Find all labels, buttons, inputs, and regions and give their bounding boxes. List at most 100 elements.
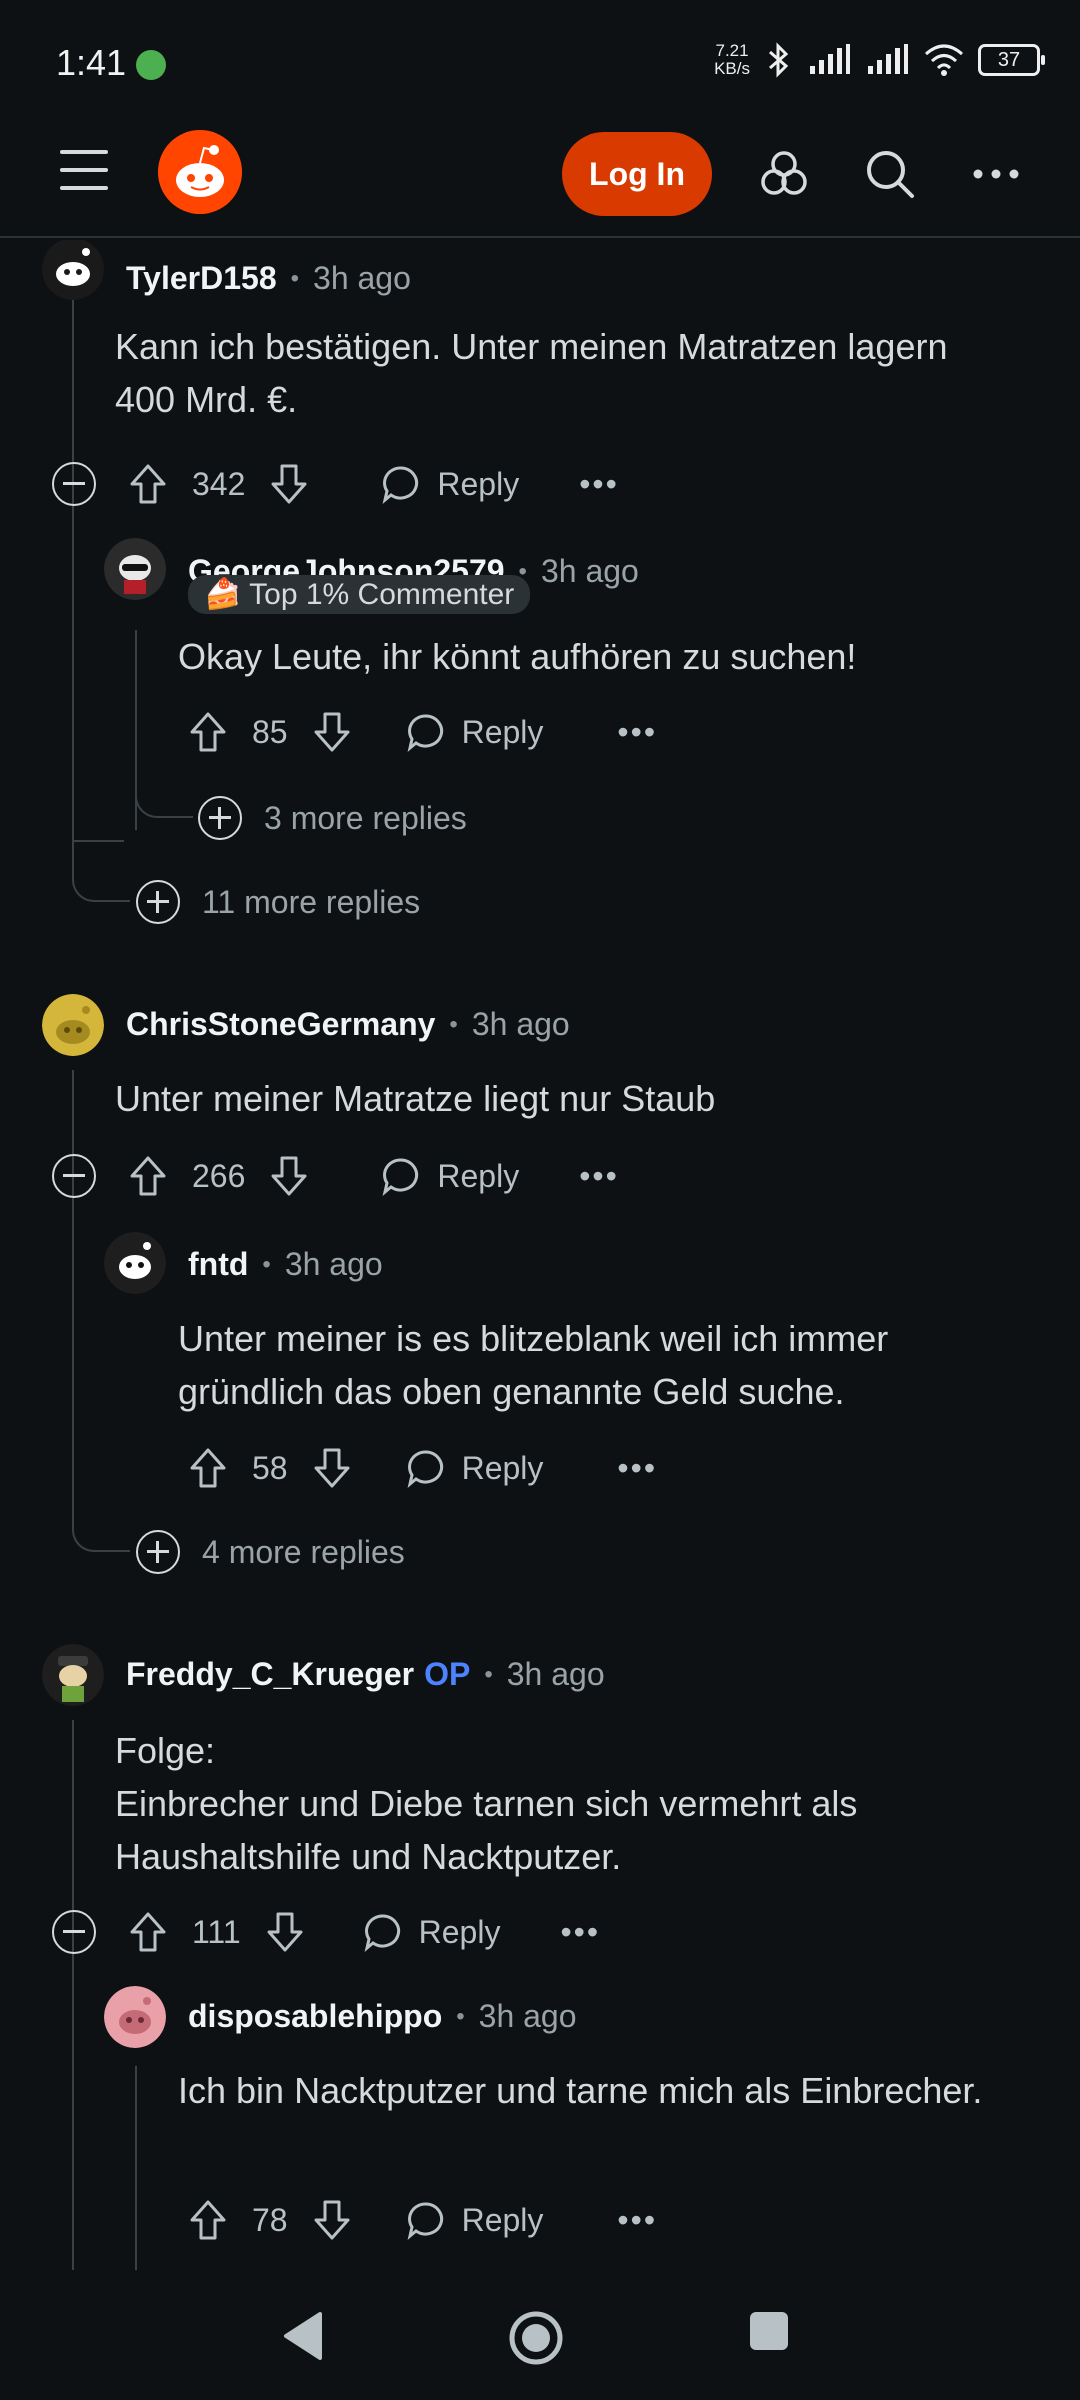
comment-actions: 266 Reply •••: [52, 1154, 619, 1198]
downvote-icon[interactable]: [310, 1446, 354, 1490]
wifi-icon: [925, 44, 963, 76]
thread-hook: [72, 1410, 130, 1552]
comment-bubble-icon: [382, 1158, 419, 1196]
reply-button[interactable]: Reply: [363, 1912, 500, 1952]
vote-score: 342: [192, 465, 246, 502]
comment-body: Unter meiner is es blitzeblank weil ich …: [178, 1318, 889, 1412]
upvote-icon[interactable]: [126, 1910, 170, 1954]
recents-icon[interactable]: [748, 2310, 790, 2352]
back-icon[interactable]: [280, 2310, 324, 2362]
login-button[interactable]: Log In: [562, 132, 712, 216]
comment-time: 3h ago: [540, 553, 639, 589]
comment-time: 3h ago: [471, 1006, 570, 1042]
home-icon[interactable]: [508, 2310, 564, 2366]
comment-author[interactable]: Freddy_C_Krueger: [126, 1656, 414, 1693]
comment-bubble-icon: [364, 1914, 400, 1952]
downvote-icon[interactable]: [267, 1154, 311, 1198]
more-actions-icon[interactable]: •••: [617, 2202, 657, 2239]
comment-actions: 85 Reply •••: [186, 710, 657, 754]
op-badge: OP: [424, 1656, 471, 1692]
more-actions-icon[interactable]: •••: [617, 1450, 657, 1487]
collapse-button[interactable]: [52, 462, 96, 506]
upvote-icon[interactable]: [186, 710, 230, 754]
downvote-icon[interactable]: [263, 1910, 307, 1954]
thread-line: [72, 1070, 74, 1410]
reply-button[interactable]: Reply: [381, 464, 519, 504]
comment-actions: 58 Reply •••: [186, 1446, 657, 1490]
vote-score: 58: [252, 1449, 288, 1486]
comment-meta: fntd • 3h ago: [188, 1246, 383, 1283]
comment-body: Unter meiner Matratze liegt nur Staub: [115, 1078, 716, 1119]
user-flair: 🍰 Top 1% Commenter: [188, 575, 531, 614]
comment-author[interactable]: fntd: [188, 1246, 248, 1283]
more-replies-button[interactable]: 11 more replies: [136, 880, 420, 924]
downvote-icon[interactable]: [310, 710, 354, 754]
battery-icon: 37: [978, 44, 1045, 76]
comment-body: Okay Leute, ihr könnt aufhören zu suchen…: [178, 636, 857, 677]
thread-line: [72, 1720, 74, 2270]
more-actions-icon[interactable]: •••: [579, 1158, 619, 1195]
downvote-icon[interactable]: [267, 462, 311, 506]
menu-icon[interactable]: [60, 150, 108, 190]
comment-actions: 78 Reply •••: [186, 2198, 657, 2242]
avatar[interactable]: [42, 240, 104, 300]
signal-icon-2: [868, 44, 908, 74]
comment-meta: Freddy_C_Krueger OP • 3h ago: [126, 1656, 605, 1693]
net-speed: 7.21 KB/s: [714, 41, 750, 78]
comment-author[interactable]: disposablehippo: [188, 1998, 442, 2035]
upvote-icon[interactable]: [126, 462, 170, 506]
comment-author[interactable]: ChrisStoneGermany: [126, 1006, 435, 1043]
comment-time: 3h ago: [284, 1246, 383, 1282]
reply-button[interactable]: Reply: [406, 712, 543, 752]
avatar[interactable]: [42, 994, 104, 1056]
comment-time: 3h ago: [506, 1656, 605, 1692]
search-icon[interactable]: [862, 146, 918, 202]
status-bar: 1:41 7.21 KB/s 37: [0, 0, 1080, 120]
comment-author[interactable]: TylerD158: [126, 260, 277, 297]
reply-button[interactable]: Reply: [406, 2200, 543, 2240]
vote-score: 111: [192, 1913, 241, 1950]
reply-button[interactable]: Reply: [406, 1448, 543, 1488]
reply-button[interactable]: Reply: [381, 1156, 519, 1196]
more-replies-button[interactable]: 3 more replies: [198, 796, 467, 840]
collapse-button[interactable]: [52, 1154, 96, 1198]
system-nav-bar: [0, 2272, 1080, 2400]
more-replies-button[interactable]: 4 more replies: [136, 1530, 405, 1574]
flair-icon: 🍰: [204, 578, 242, 611]
more-options-icon[interactable]: [968, 146, 1024, 202]
comment-bubble-icon: [407, 2202, 443, 2240]
upvote-icon[interactable]: [126, 1154, 170, 1198]
thread-hook: [72, 720, 130, 902]
more-actions-icon[interactable]: •••: [560, 1914, 600, 1951]
avatar[interactable]: [104, 538, 166, 600]
vote-score: 266: [192, 1157, 246, 1194]
notification-icon: [136, 50, 166, 80]
comment-meta: TylerD158 • 3h ago: [126, 260, 411, 297]
avatar[interactable]: [104, 1232, 166, 1294]
reddit-logo[interactable]: [158, 130, 242, 214]
status-icons: 7.21 KB/s 37: [714, 41, 1045, 78]
avatar[interactable]: [42, 1644, 104, 1706]
comment-body: Ich bin Nacktputzer und tarne mich als E…: [178, 2070, 983, 2111]
comment-time: 3h ago: [313, 260, 411, 296]
communities-icon[interactable]: [756, 146, 812, 202]
upvote-icon[interactable]: [186, 2198, 230, 2242]
status-time: 1:41: [56, 42, 127, 83]
comments-list: TylerD158 • 3h ago Kann ich bestätigen. …: [0, 240, 1080, 2270]
comment-time: 3h ago: [478, 1998, 577, 2034]
vote-score: 85: [252, 713, 288, 750]
thread-hook: [135, 760, 193, 818]
comment-meta: disposablehippo • 3h ago: [188, 1998, 577, 2035]
avatar[interactable]: [104, 1986, 166, 2048]
more-actions-icon[interactable]: •••: [617, 714, 657, 751]
upvote-icon[interactable]: [186, 1446, 230, 1490]
expand-icon: [136, 1530, 180, 1574]
comment-bubble-icon: [382, 466, 419, 504]
more-actions-icon[interactable]: •••: [579, 466, 619, 503]
comment-body: Folge: Einbrecher und Diebe tarnen sich …: [115, 1730, 858, 1877]
app-bar: Log In: [0, 120, 1080, 238]
signal-icon: [810, 44, 850, 74]
comment-bubble-icon: [407, 1450, 443, 1488]
collapse-button[interactable]: [52, 1910, 96, 1954]
downvote-icon[interactable]: [310, 2198, 354, 2242]
